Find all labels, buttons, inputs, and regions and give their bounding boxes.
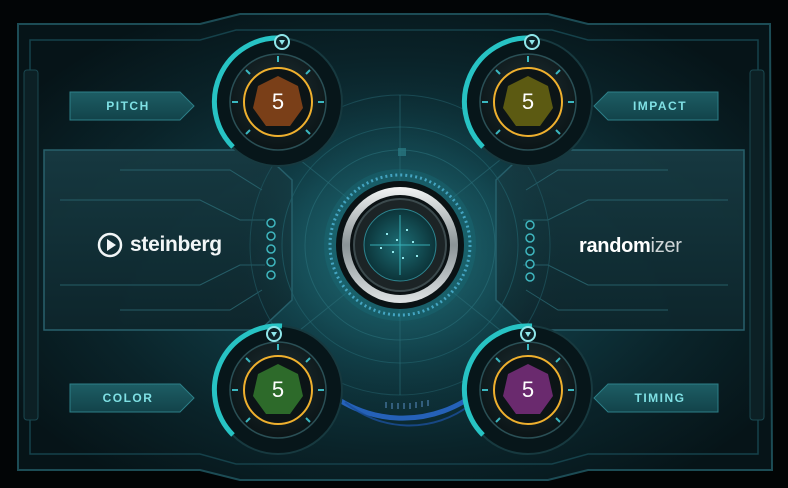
plugin-window: 5 5 5 5 PITCH IMPACT COLOR TIMING steinb…	[0, 0, 788, 488]
timing-label: TIMING	[634, 391, 686, 405]
color-value: 5	[271, 377, 285, 402]
randomizer-logo: random izer	[579, 231, 682, 261]
randomize-button[interactable]	[324, 169, 476, 321]
timing-value: 5	[521, 377, 535, 402]
color-label: COLOR	[102, 391, 154, 405]
randomizer-wordmark-light: izer	[650, 234, 682, 257]
pitch-marker-icon	[274, 34, 290, 50]
color-marker-icon	[266, 326, 282, 342]
steinberg-logo: steinberg	[97, 230, 222, 260]
pitch-value: 5	[271, 89, 285, 114]
randomizer-wordmark-bold: random	[579, 234, 651, 257]
impact-label: IMPACT	[632, 99, 688, 113]
pitch-label: PITCH	[106, 99, 150, 113]
steinberg-wordmark: steinberg	[130, 233, 222, 256]
impact-value: 5	[521, 89, 535, 114]
impact-marker-icon	[524, 34, 540, 50]
timing-marker-icon	[520, 326, 536, 342]
